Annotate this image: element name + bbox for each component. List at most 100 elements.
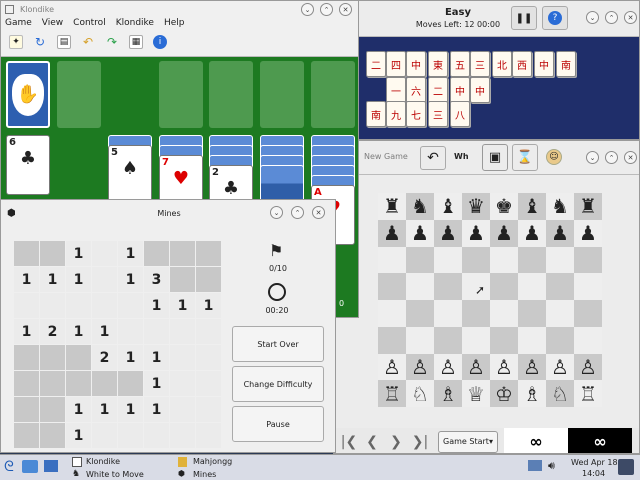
foundation-3[interactable] [260, 61, 304, 128]
foundation-2[interactable] [209, 61, 253, 128]
deal-icon[interactable]: ▦ [129, 35, 143, 49]
board-square[interactable] [406, 246, 434, 274]
desktop-icon[interactable] [44, 460, 58, 472]
minimize-button[interactable]: ⌄ [586, 11, 599, 24]
board-square[interactable] [378, 246, 406, 274]
mine-cell[interactable] [40, 345, 65, 370]
mine-cell[interactable]: 1 [144, 345, 169, 370]
mine-cell[interactable] [14, 397, 39, 422]
board-square[interactable]: ♟ [434, 219, 462, 247]
board-square[interactable] [462, 246, 490, 274]
foundation-1[interactable] [159, 61, 203, 128]
mine-cell[interactable] [92, 371, 117, 396]
mine-cell[interactable]: 1 [118, 241, 143, 266]
mine-cell[interactable] [170, 423, 195, 448]
maximize-button[interactable]: ⌃ [291, 206, 304, 219]
mine-cell[interactable] [40, 397, 65, 422]
mine-cell[interactable] [92, 241, 117, 266]
mahjongg-tile[interactable]: 五 [450, 51, 470, 77]
mine-cell[interactable] [92, 293, 117, 318]
mine-cell[interactable]: 1 [14, 267, 39, 292]
mine-cell[interactable] [196, 397, 221, 422]
taskbar-mahjongg[interactable]: Mahjongg [193, 457, 232, 466]
mine-cell[interactable] [40, 423, 65, 448]
start-over-button[interactable]: Start Over [232, 326, 324, 362]
mine-cell[interactable] [144, 423, 169, 448]
mine-cell[interactable]: 1 [66, 397, 91, 422]
board-square[interactable]: ♘ [546, 380, 574, 407]
close-button[interactable]: ✕ [312, 206, 325, 219]
board-square[interactable]: ♙ [462, 353, 490, 381]
mine-cell[interactable]: 1 [118, 397, 143, 422]
board-square[interactable] [490, 273, 518, 300]
board-square[interactable] [518, 300, 546, 327]
mahjongg-tile[interactable]: 中 [450, 77, 470, 103]
board-square[interactable]: ♕ [462, 380, 490, 407]
board-square[interactable] [406, 273, 434, 300]
volume-icon[interactable]: 🔊︎ [548, 459, 555, 473]
close-button[interactable]: ✕ [624, 151, 637, 164]
mine-cell[interactable] [196, 267, 221, 292]
board-square[interactable] [434, 300, 462, 327]
card[interactable]: 6 ♣ [6, 135, 50, 195]
network-icon[interactable] [528, 460, 542, 471]
mine-cell[interactable] [170, 397, 195, 422]
mine-cell[interactable]: 1 [92, 397, 117, 422]
mahjongg-tile[interactable]: 六 [406, 77, 426, 103]
mahjongg-tile[interactable]: 一 [386, 77, 406, 103]
mahjongg-tile[interactable]: 九 [386, 101, 406, 127]
mine-cell[interactable] [196, 319, 221, 344]
board-square[interactable]: ♘ [406, 380, 434, 407]
board-square[interactable] [434, 326, 462, 354]
taskbar-mines[interactable]: Mines [193, 470, 216, 479]
mine-cell[interactable]: 2 [92, 345, 117, 370]
open-icon[interactable]: ▤ [57, 35, 71, 49]
mahjongg-tile[interactable]: 南 [366, 101, 386, 127]
menu-view[interactable]: View [42, 18, 63, 28]
mahjongg-tile[interactable]: 二 [366, 51, 386, 77]
mahjongg-tile[interactable]: 東 [428, 51, 448, 77]
board-square[interactable]: ♝ [434, 193, 462, 220]
board-square[interactable]: ♟ [518, 219, 546, 247]
close-button[interactable]: ✕ [624, 11, 637, 24]
maximize-button[interactable]: ⌃ [605, 151, 618, 164]
board-square[interactable]: ♙ [378, 353, 406, 381]
mine-cell[interactable]: 2 [40, 319, 65, 344]
board-square[interactable]: ♜ [574, 193, 602, 220]
mahjongg-tile[interactable]: 中 [470, 77, 490, 103]
mine-cell[interactable] [170, 319, 195, 344]
board-square[interactable] [378, 300, 406, 327]
mine-cell[interactable] [66, 293, 91, 318]
change-difficulty-button[interactable]: Change Difficulty [232, 366, 324, 402]
board-square[interactable]: ♞ [546, 193, 574, 220]
board-square[interactable]: ♙ [574, 353, 602, 381]
mine-cell[interactable] [14, 423, 39, 448]
mine-cell[interactable] [92, 423, 117, 448]
pause-button[interactable]: Pause [232, 406, 324, 442]
board-square[interactable]: ♖ [574, 380, 602, 407]
board-square[interactable] [574, 273, 602, 300]
mine-cell[interactable]: 1 [14, 319, 39, 344]
board-square[interactable] [434, 246, 462, 274]
mine-cell[interactable]: 1 [92, 319, 117, 344]
mine-cell[interactable] [144, 319, 169, 344]
mine-cell[interactable]: 1 [144, 371, 169, 396]
mine-cell[interactable]: 1 [118, 267, 143, 292]
mahjongg-tile[interactable]: 中 [406, 51, 426, 77]
mine-cell[interactable]: 1 [66, 241, 91, 266]
mine-cell[interactable]: 1 [144, 293, 169, 318]
stock-pile[interactable]: ✋ [6, 61, 50, 128]
mine-cell[interactable] [196, 423, 221, 448]
mine-cell[interactable] [92, 267, 117, 292]
mine-cell[interactable] [196, 241, 221, 266]
undo-button[interactable]: ↶ [420, 146, 446, 170]
mine-cell[interactable] [40, 371, 65, 396]
board-square[interactable]: ♜ [378, 193, 406, 220]
minimize-button[interactable]: ⌄ [270, 206, 283, 219]
board-square[interactable]: ♟ [574, 219, 602, 247]
redo-icon[interactable]: ↷ [105, 35, 119, 49]
help-button[interactable]: ? [542, 6, 568, 30]
mine-cell[interactable]: 3 [144, 267, 169, 292]
mine-cell[interactable]: 1 [40, 267, 65, 292]
mine-cell[interactable] [170, 371, 195, 396]
